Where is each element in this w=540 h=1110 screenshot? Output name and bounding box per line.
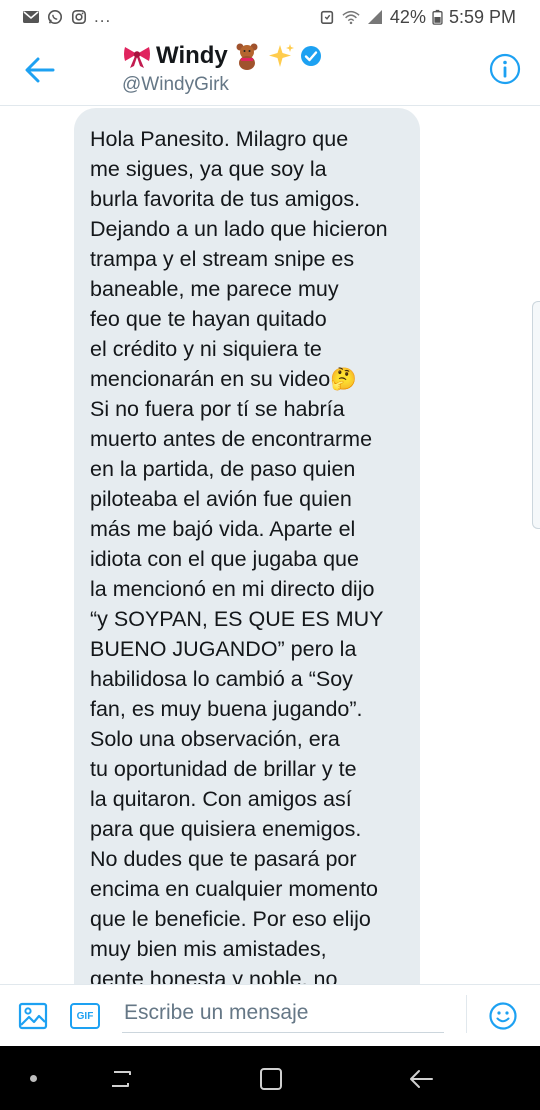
- conversation-header: Windy @WindyGirk: [0, 34, 540, 106]
- message-line: gente honesta y noble, no: [90, 967, 338, 984]
- back-arrow-icon: [25, 57, 55, 83]
- message-line: que le beneficie. Por eso elijo: [90, 907, 371, 931]
- side-scroll-handle[interactable]: [532, 301, 540, 529]
- message-line: Si no fuera por tí se habría: [90, 397, 345, 421]
- message-line: más me bajó vida. Aparte el: [90, 517, 356, 541]
- status-overflow: ...: [94, 7, 112, 26]
- message-line: la quitaron. Con amigos así: [90, 787, 352, 811]
- message-line: habilidosa lo cambió a “Soy: [90, 667, 353, 691]
- sparkles-emoji: [268, 44, 294, 67]
- message-line: el crédito y ni siquiera te: [90, 337, 322, 361]
- message-line: No dudes que te pasará por: [90, 847, 357, 871]
- smiley-icon: [489, 1002, 517, 1030]
- info-icon: [489, 53, 521, 85]
- message-line: muerto antes de encontrarme: [90, 427, 373, 451]
- message-line: encima en cualquier momento: [90, 877, 379, 901]
- instagram-icon: [71, 9, 87, 25]
- display-name: Windy: [156, 42, 228, 69]
- user-handle: @WindyGirk: [122, 74, 229, 95]
- message-line: tu oportunidad de brillar y te: [90, 757, 357, 781]
- message-line: Hola Panesito. Milagro que: [90, 127, 349, 151]
- clock: 5:59 PM: [448, 6, 516, 27]
- wifi-icon: [342, 10, 360, 25]
- mail-icon: [23, 11, 39, 23]
- image-icon: [18, 1002, 48, 1030]
- message-line: burla favorita de tus amigos.: [90, 187, 361, 211]
- status-bar-left: ...: [22, 7, 111, 27]
- message-line: mencionarán en su video🤔: [90, 367, 358, 391]
- verified-badge-icon: [300, 46, 321, 66]
- message-line: Solo una observación, era: [90, 727, 340, 751]
- message-line: trampa y el stream snipe es: [90, 247, 355, 271]
- emoji-button[interactable]: [488, 1001, 518, 1031]
- recent-apps-icon[interactable]: [108, 1066, 134, 1092]
- received-message-bubble[interactable]: Hola Panesito. Milagro que me sigues, ya …: [74, 108, 420, 984]
- signal-icon: [367, 10, 382, 24]
- message-composer: GIF: [0, 984, 540, 1046]
- bow-emoji: [124, 47, 150, 68]
- message-line: “y SOYPAN, ES QUE ES MUY: [90, 607, 384, 631]
- message-line: en la partida, de paso quien: [90, 457, 356, 481]
- conversation-info-button[interactable]: [488, 52, 522, 86]
- add-photo-button[interactable]: [18, 1001, 48, 1031]
- message-line: para que quisiera enemigos.: [90, 817, 362, 841]
- back-button[interactable]: [18, 48, 62, 92]
- dm-conversation-screen: ... 42% 5:59 PM Windy @WindyGirk Hola Pa…: [0, 0, 540, 1110]
- battery-icon: [432, 9, 443, 25]
- message-line: muy bien mis amistades,: [90, 937, 327, 961]
- message-text: Hola Panesito. Milagro que me sigues, ya …: [90, 124, 404, 984]
- display-name-row: Windy: [122, 40, 322, 72]
- message-line: feo que te hayan quitado: [90, 307, 327, 331]
- status-bar: ... 42% 5:59 PM: [0, 0, 540, 34]
- message-list[interactable]: Hola Panesito. Milagro que me sigues, ya …: [0, 106, 540, 984]
- status-bar-right: 42% 5:59 PM: [318, 7, 516, 28]
- whatsapp-icon: [47, 9, 63, 25]
- message-line: BUENO JUGANDO” pero la: [90, 637, 357, 661]
- teddy-bear-emoji: [236, 43, 258, 70]
- message-line: baneable, me parece muy: [90, 277, 339, 301]
- message-line: idiota con el que jugaba que: [90, 547, 359, 571]
- message-line: la mencionó en mi directo dijo: [90, 577, 375, 601]
- conversation-title[interactable]: Windy @WindyGirk: [122, 40, 322, 96]
- add-gif-button[interactable]: GIF: [70, 1003, 100, 1029]
- battery-percent: 42%: [389, 6, 426, 27]
- nav-indicator-dot: [30, 1075, 37, 1082]
- message-line: fan, es muy buena jugando”.: [90, 697, 363, 721]
- home-icon[interactable]: [258, 1066, 284, 1092]
- message-input[interactable]: [122, 993, 444, 1033]
- back-nav-icon[interactable]: [408, 1066, 434, 1092]
- system-navigation-bar: [0, 1046, 540, 1110]
- composer-divider: [466, 995, 467, 1033]
- alarm-icon: [320, 10, 334, 25]
- message-line: piloteaba el avión fue quien: [90, 487, 352, 511]
- message-line: me sigues, ya que soy la: [90, 157, 327, 181]
- message-line: Dejando a un lado que hicieron: [90, 217, 388, 241]
